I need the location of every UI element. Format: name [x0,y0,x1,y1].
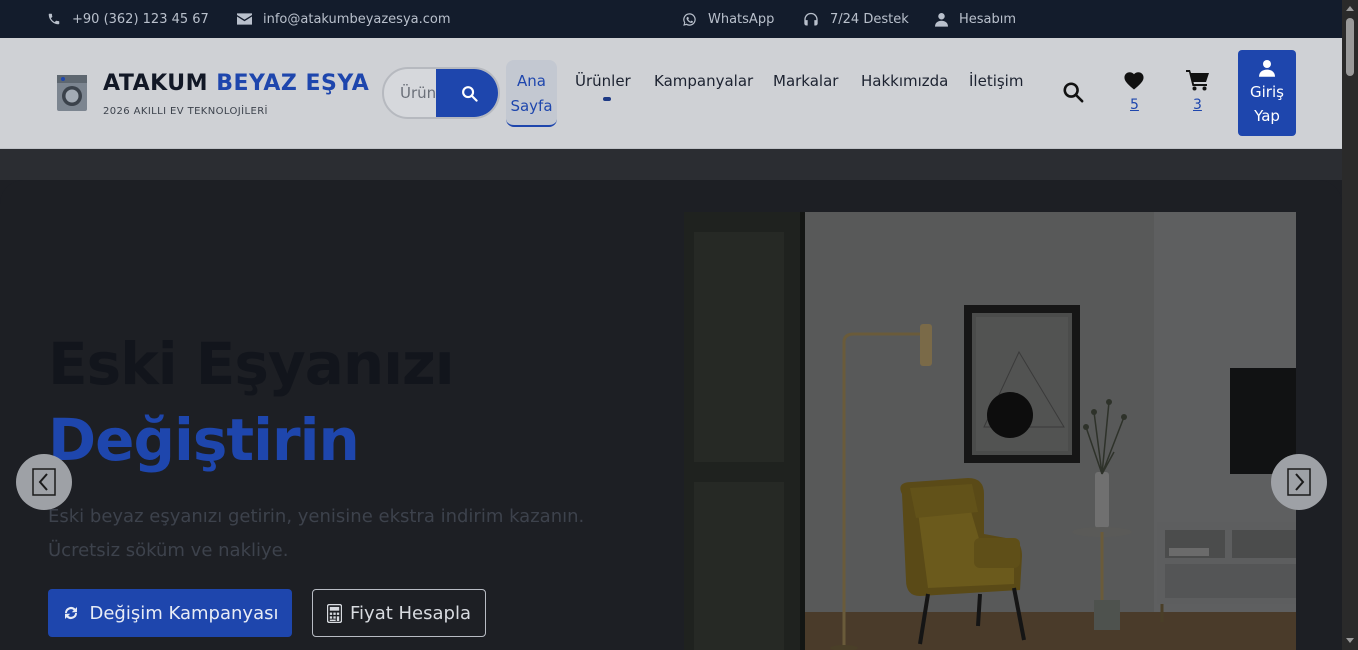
favorites-count[interactable]: 5 [1130,97,1139,113]
hero-title-line1: Eski Eşyanızı [48,330,455,398]
hero-living-room-image [684,212,1296,650]
nav-home-line1: Ana [517,72,546,90]
price-calculate-button[interactable]: Fiyat Hesapla [312,589,486,637]
nav-home-line2: Sayfa [510,97,553,115]
hero-description: Eski beyaz eşyanızı getirin, yenisine ek… [48,506,585,561]
search-button[interactable] [436,69,498,117]
nav-about[interactable]: Hakkımızda [861,72,948,90]
exchange-campaign-label: Değişim Kampanyası [89,602,279,624]
hero-slider: Eski Eşyanızı Değiştirin Eski beyaz eşya… [0,180,1342,650]
search-input[interactable] [384,69,440,117]
support-label: 7/24 Destek [830,11,909,27]
cart-icon [1186,70,1209,91]
phone-contact[interactable]: +90 (362) 123 45 67 [47,0,209,38]
heart-icon [1124,72,1144,90]
envelope-icon [237,13,252,25]
dropdown-indicator [603,97,611,101]
phone-icon [48,13,60,25]
section-divider [0,149,1342,180]
nav-home[interactable]: Ana Sayfa [506,60,557,127]
chevron-right-icon [1287,468,1311,496]
exchange-campaign-button[interactable]: Değişim Kampanyası [48,589,292,637]
search-icon [1063,82,1084,103]
nav-campaigns[interactable]: Kampanyalar [654,72,753,90]
brand-name-part1: ATAKUM [103,71,209,96]
headset-icon [804,12,818,25]
support-link[interactable]: 7/24 Destek [803,0,909,38]
phone-number: +90 (362) 123 45 67 [72,11,209,27]
scroll-up-arrow[interactable] [1346,6,1354,11]
whatsapp-label: WhatsApp [708,11,775,27]
whatsapp-icon [683,12,696,26]
user-icon [1259,60,1275,77]
nav-contact[interactable]: İletişim [969,72,1023,90]
washing-machine-icon[interactable] [56,74,88,112]
scroll-thumb[interactable] [1346,18,1354,76]
calculator-icon [327,603,342,623]
login-label-line2: Yap [1254,107,1280,125]
slider-next-button[interactable] [1271,454,1327,510]
brand-name-part2: BEYAZ EŞYA [216,71,370,96]
slider-prev-button[interactable] [16,454,72,510]
favorites-button[interactable] [1123,70,1145,94]
cart-button[interactable] [1186,69,1210,95]
email-contact[interactable]: info@atakumbeyazesya.com [237,0,451,38]
email-address: info@atakumbeyazesya.com [263,11,451,27]
hero-title-line2: Değiştirin [48,406,360,474]
account-link[interactable]: Hesabım [935,0,1016,38]
brand-tagline: 2026 AKILLI EV TEKNOLOJİLERİ [103,106,268,117]
site-header: ATAKUM BEYAZ EŞYA 2026 AKILLI EV TEKNOLO… [0,38,1342,149]
page-scrollbar[interactable] [1342,0,1358,650]
top-bar: +90 (362) 123 45 67 info@atakumbeyazesya… [0,0,1342,38]
search-box [382,67,500,119]
chevron-left-icon [32,468,56,496]
price-calculate-label: Fiyat Hesapla [350,602,471,624]
refresh-icon [64,607,77,619]
scroll-down-arrow[interactable] [1346,638,1354,643]
header-search-button[interactable] [1062,81,1084,107]
login-label-line1: Giriş [1250,83,1284,101]
user-icon [935,12,948,27]
account-label: Hesabım [959,11,1017,27]
whatsapp-link[interactable]: WhatsApp [682,0,774,38]
login-button[interactable]: Giriş Yap [1238,50,1296,136]
cart-count[interactable]: 3 [1193,97,1202,113]
nav-products[interactable]: Ürünler [575,72,631,90]
nav-brands[interactable]: Markalar [773,72,838,90]
search-icon [461,85,478,102]
brand-name[interactable]: ATAKUM BEYAZ EŞYA [103,71,369,96]
